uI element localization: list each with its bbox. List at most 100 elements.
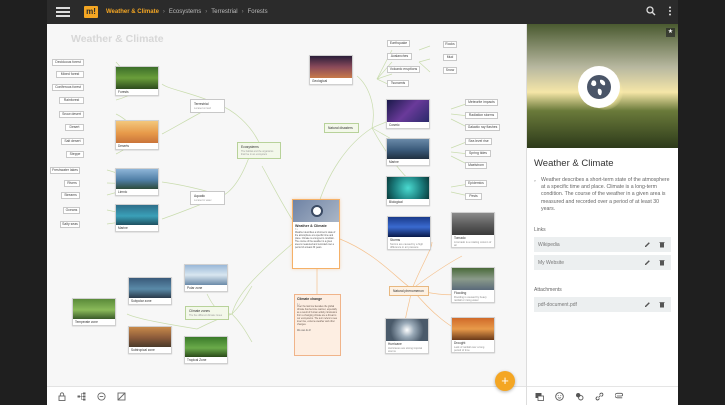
attachment-icon[interactable] — [615, 392, 624, 401]
node-limnic[interactable]: Limnic — [115, 168, 159, 196]
breadcrumb-item[interactable]: Forests — [248, 9, 268, 15]
leaf-galactic-ray-flashes[interactable]: Galactic ray flashes — [465, 124, 500, 131]
panel-description: Weather describes a short-term state of … — [527, 169, 678, 213]
leaf-steppe[interactable]: Steppe — [66, 151, 84, 158]
delete-icon[interactable] — [657, 300, 666, 309]
tree-layout-icon[interactable] — [77, 392, 86, 401]
leaf-rocks[interactable]: Rocks — [443, 41, 457, 48]
leaf-tsunamis[interactable]: Tsunamis — [387, 80, 409, 87]
mindmap-canvas[interactable]: Weather & Climate Deciduous forest Mixed… — [47, 24, 526, 386]
leaf-coniferous-forest[interactable]: Coniferous forest — [52, 84, 84, 91]
breadcrumb-item[interactable]: Terrestrial — [211, 9, 237, 15]
star-icon[interactable]: ★ — [666, 28, 675, 37]
node-title: Climate change — [297, 297, 323, 301]
leaf-rainforest[interactable]: Rainforest — [59, 97, 84, 104]
node-tropical-zone[interactable]: Tropical Zone — [184, 336, 228, 364]
node-ecosystems[interactable]: Ecosystems The habitat and the organisms… — [237, 142, 281, 159]
link-icon[interactable] — [595, 392, 604, 401]
node-cosmic[interactable]: Cosmic — [386, 99, 430, 129]
link-row[interactable]: My Website — [534, 255, 671, 271]
breadcrumb-item[interactable]: Weather & Climate — [106, 9, 159, 15]
node-natural-disasters[interactable]: Natural disasters — [324, 123, 359, 133]
lock-icon[interactable] — [57, 391, 66, 401]
node-label: Geological — [312, 79, 328, 83]
colors-icon[interactable] — [575, 392, 584, 401]
node-flooding[interactable]: Flooding Flooding is caused by heavy rai… — [451, 267, 495, 303]
canvas-toolbar — [47, 386, 526, 405]
node-polar-zone[interactable]: Polar zone — [184, 264, 228, 292]
leaf-snow[interactable]: Snow — [443, 67, 457, 74]
panel-title[interactable]: Weather & Climate — [527, 148, 678, 169]
leaf-sea-level-rise[interactable]: Sea level rise — [465, 138, 492, 145]
leaf-mud[interactable]: Mud — [443, 54, 457, 61]
node-body: Over the last few decades the global cli… — [297, 306, 338, 326]
node-deserts[interactable]: Deserts — [115, 120, 159, 150]
breadcrumb-item[interactable]: Ecosystems — [169, 9, 201, 15]
link-row[interactable]: Wikipedia — [534, 237, 671, 253]
node-aquatic[interactable]: Aquatic Located in water — [190, 191, 225, 205]
node-weather-climate[interactable]: Weather & Climate 3 • Weather describes … — [292, 199, 340, 269]
description-text[interactable]: Weather describes a short-term state of … — [541, 177, 671, 213]
leaf-epidemics[interactable]: Epidemics — [465, 180, 487, 187]
node-tornado[interactable]: Tornado A tornado is a rotating column o… — [451, 212, 495, 248]
node-forests[interactable]: Forests — [115, 66, 159, 96]
no-image-icon[interactable] — [117, 392, 126, 401]
leaf-desert[interactable]: Desert — [65, 124, 84, 131]
delete-icon[interactable] — [657, 258, 666, 267]
leaf-meteorite-impacts[interactable]: Meteorite impacts — [465, 99, 498, 106]
leaf-pests[interactable]: Pests — [465, 193, 482, 200]
more-vert-icon[interactable] — [668, 6, 672, 16]
node-geological[interactable]: Geological — [309, 55, 353, 85]
node-temperate-zone[interactable]: Temperate zone — [72, 298, 116, 326]
zoom-out-icon[interactable] — [97, 391, 106, 401]
leaf-oceans[interactable]: Oceans — [63, 207, 80, 214]
leaf-spring-tides[interactable]: Spring tides — [465, 150, 491, 157]
delete-icon[interactable] — [657, 240, 666, 249]
menu-icon[interactable] — [56, 7, 70, 17]
leaf-radiation-storms[interactable]: Radiation storms — [465, 112, 498, 119]
link-label[interactable]: Wikipedia — [538, 242, 560, 248]
leaf-deciduous-forest[interactable]: Deciduous forest — [52, 59, 84, 66]
leaf-freshwater-lakes[interactable]: Freshwater lakes — [50, 167, 80, 174]
leaf-streams[interactable]: Streams — [61, 192, 80, 199]
node-climate-zones[interactable]: Climate zones The five different climate… — [185, 306, 229, 320]
leaf-earthquake[interactable]: Earthquake — [387, 40, 410, 47]
leaf-volcanic-eruptions[interactable]: Volcanic eruptions — [387, 66, 420, 73]
leaf-salty-seas[interactable]: Salty seas — [60, 221, 80, 228]
search-icon[interactable] — [646, 6, 656, 16]
leaf-rivers[interactable]: Rivers — [64, 180, 80, 187]
node-subpolar-zone[interactable]: Subpolar zone — [128, 277, 172, 305]
card-icon[interactable] — [535, 392, 544, 401]
node-drought[interactable]: Drought Lack of rainfall over a long per… — [451, 317, 495, 353]
emoji-icon[interactable] — [555, 391, 564, 401]
node-label: Climate zones — [189, 309, 210, 313]
node-label: Temperate zone — [75, 320, 98, 324]
link-label[interactable]: My Website — [538, 260, 564, 266]
leaf-avalanches[interactable]: Avalanches — [387, 53, 412, 60]
leaf-maelstrom[interactable]: Maelstrom — [465, 162, 487, 169]
edit-icon[interactable] — [643, 240, 652, 249]
node-marine-aquatic[interactable]: Marine — [115, 204, 159, 232]
node-label: Marine — [118, 226, 128, 230]
edit-icon[interactable] — [643, 300, 652, 309]
leaf-snow-desert[interactable]: Snow desert — [59, 111, 84, 118]
node-label: Ecosystems — [241, 145, 259, 149]
attachment-label[interactable]: pdf-document.pdf — [538, 302, 577, 308]
node-climate-change[interactable]: Climate change 4 • Over the last few dec… — [294, 294, 341, 356]
node-hurricane[interactable]: Hurricane Hurricanes are strong tropical… — [385, 318, 429, 354]
node-terrestrial[interactable]: Terrestrial Located on land — [190, 99, 225, 113]
node-natural-phenomenon[interactable]: Natural phenomenon — [389, 286, 429, 296]
add-node-button[interactable]: + — [495, 371, 515, 391]
edit-icon[interactable] — [643, 258, 652, 267]
attachment-row[interactable]: pdf-document.pdf — [534, 297, 671, 313]
node-marine[interactable]: Marine — [386, 138, 430, 166]
node-subtropical-zone[interactable]: Subtropical zone — [128, 326, 172, 354]
app-logo[interactable]: m! — [84, 6, 98, 18]
node-sublabel: The five different climate zones — [189, 314, 223, 317]
leaf-mixed-forest[interactable]: Mixed forest — [56, 71, 84, 78]
node-storms[interactable]: Storms Storms are caused by a high diffe… — [387, 216, 431, 250]
node-biological[interactable]: Biological — [386, 176, 430, 206]
leaf-salt-desert[interactable]: Salt desert — [61, 138, 84, 145]
details-panel: ★ Weather & Climate Weather describes a … — [526, 24, 678, 405]
breadcrumb-separator: › — [205, 9, 208, 15]
